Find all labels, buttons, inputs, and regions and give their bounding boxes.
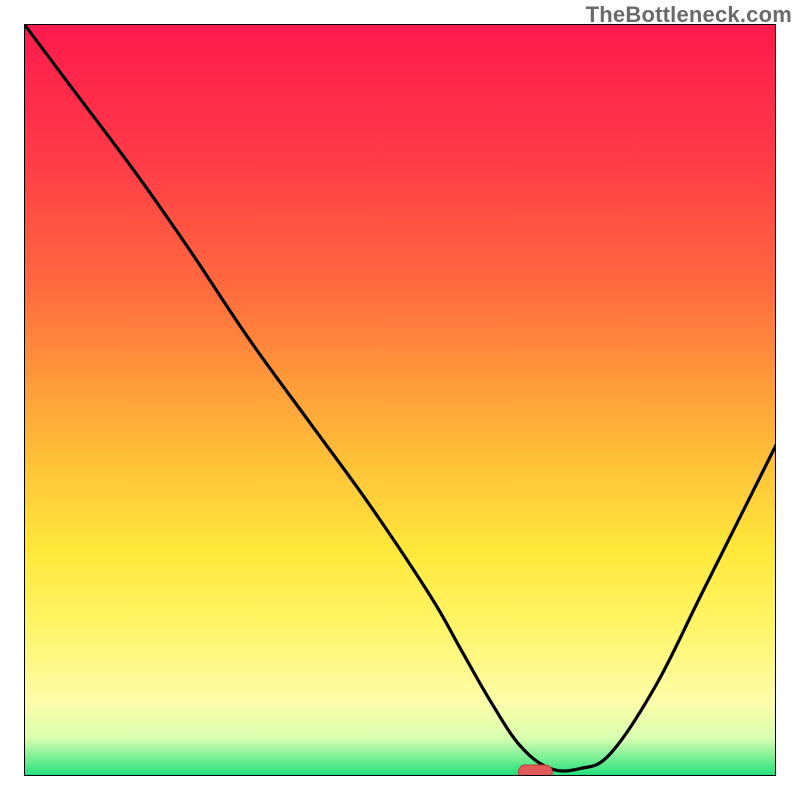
plot-background xyxy=(24,24,776,776)
bottleneck-chart xyxy=(24,24,776,776)
watermark-label: TheBottleneck.com xyxy=(586,2,792,28)
chart-container: TheBottleneck.com xyxy=(0,0,800,800)
optimal-point-marker xyxy=(518,765,552,776)
